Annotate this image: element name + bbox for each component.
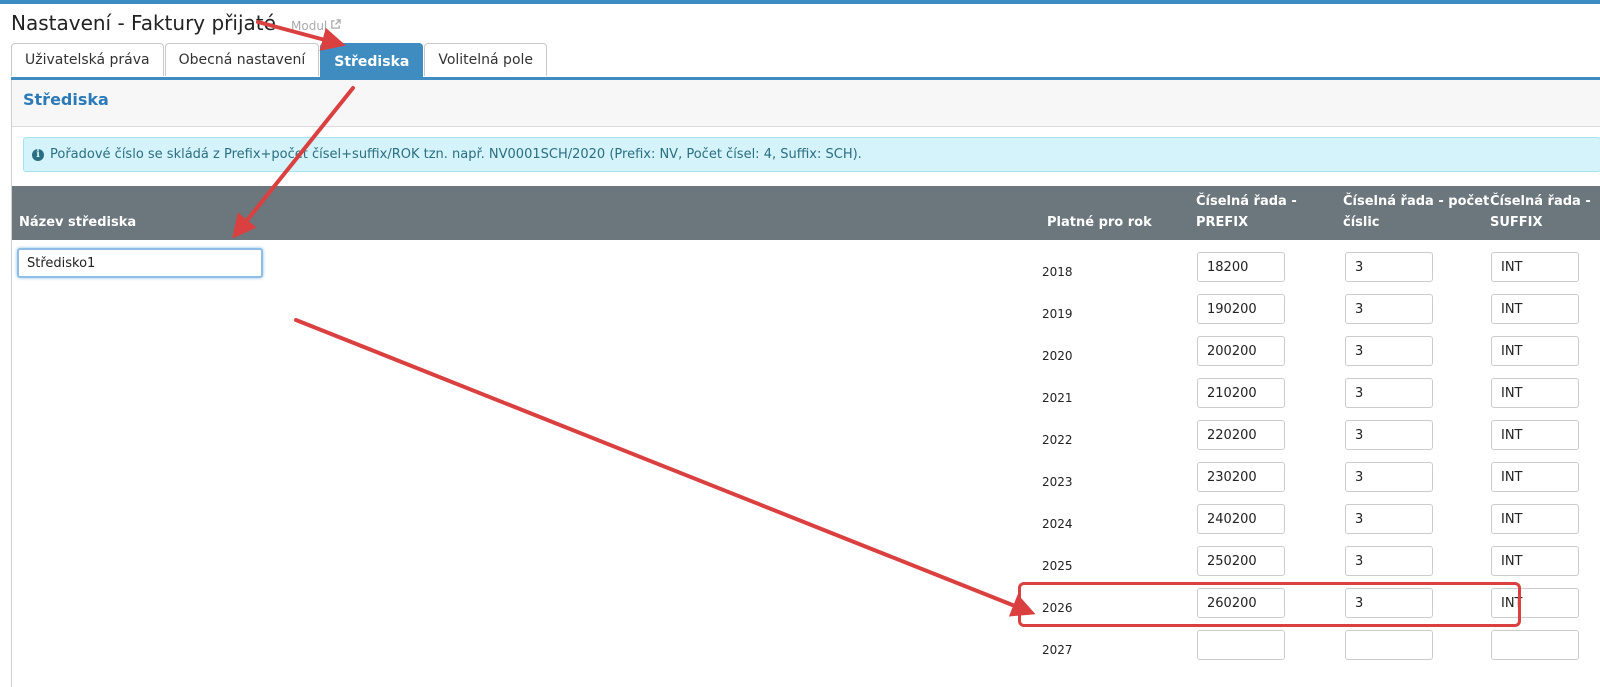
row-year: 2024 [1042,517,1073,531]
row-year: 2022 [1042,433,1073,447]
prefix-input[interactable] [1197,462,1285,492]
suffix-input[interactable] [1491,420,1579,450]
info-alert: i Pořadové číslo se skládá z Prefix+poče… [23,137,1600,172]
suffix-input[interactable] [1491,294,1579,324]
row-year: 2025 [1042,559,1073,573]
table-row: 2018 [1035,252,1595,294]
tab-uzivatelska-prava[interactable]: Uživatelská práva [11,43,164,76]
pocet-input[interactable] [1345,336,1433,366]
modul-link[interactable]: Modul [291,19,341,33]
suffix-input[interactable] [1491,588,1579,618]
external-link-icon [330,19,341,33]
modul-link-label: Modul [291,19,328,33]
suffix-input[interactable] [1491,504,1579,534]
row-year: 2019 [1042,307,1073,321]
suffix-input[interactable] [1491,252,1579,282]
prefix-input[interactable] [1197,588,1285,618]
table-row: 2019 [1035,294,1595,336]
suffix-input[interactable] [1491,336,1579,366]
prefix-input[interactable] [1197,378,1285,408]
pocet-input[interactable] [1345,252,1433,282]
row-year: 2027 [1042,643,1073,657]
page-title: Nastavení - Faktury přijaté [11,11,276,35]
info-icon: i [32,148,44,161]
pocet-input[interactable] [1345,630,1433,660]
row-year: 2023 [1042,475,1073,489]
table-row: 2027 [1035,630,1595,672]
column-header-prefix: Číselná řada - PREFIX [1196,194,1297,230]
row-year: 2018 [1042,265,1073,279]
pocet-input[interactable] [1345,294,1433,324]
suffix-input[interactable] [1491,546,1579,576]
suffix-input[interactable] [1491,462,1579,492]
prefix-input[interactable] [1197,336,1285,366]
table-row: 2021 [1035,378,1595,420]
prefix-input[interactable] [1197,504,1285,534]
row-year: 2021 [1042,391,1073,405]
prefix-input[interactable] [1197,294,1285,324]
suffix-input[interactable] [1491,630,1579,660]
tab-obecna-nastaveni[interactable]: Obecná nastavení [164,43,320,76]
prefix-input[interactable] [1197,630,1285,660]
stredisko-name-input[interactable] [17,248,263,278]
table-row: 2020 [1035,336,1595,378]
table-row: 2025 [1035,546,1595,588]
tab-strediska[interactable]: Střediska [320,43,424,79]
table-row: 2023 [1035,462,1595,504]
row-year: 2026 [1042,601,1073,615]
panel-heading: Střediska [12,80,1600,127]
column-header-suffix: Číselná řada - SUFFIX [1490,194,1591,230]
info-alert-text: Pořadové číslo se skládá z Prefix+počet … [50,147,862,162]
table-row: 2026 [1035,588,1595,630]
column-header-year: Platné pro rok [1047,215,1152,230]
column-header-name: Název střediska [19,215,137,230]
prefix-input[interactable] [1197,252,1285,282]
top-accent-bar [0,0,1600,4]
table-row: 2024 [1035,504,1595,546]
pocet-input[interactable] [1345,588,1433,618]
prefix-input[interactable] [1197,420,1285,450]
prefix-input[interactable] [1197,546,1285,576]
tab-volitelna-pole[interactable]: Volitelná pole [424,43,548,76]
pocet-input[interactable] [1345,378,1433,408]
pocet-input[interactable] [1345,504,1433,534]
pocet-input[interactable] [1345,420,1433,450]
table-header: Název střediska Platné pro rok Číselná ř… [12,186,1600,240]
row-year: 2020 [1042,349,1073,363]
pocet-input[interactable] [1345,546,1433,576]
suffix-input[interactable] [1491,378,1579,408]
column-header-pocet: Číselná řada - počet číslic [1343,194,1490,230]
pocet-input[interactable] [1345,462,1433,492]
table-row: 2022 [1035,420,1595,462]
tab-bar: Uživatelská práva Obecná nastavení Střed… [11,43,548,79]
panel-title: Střediska [23,90,109,109]
